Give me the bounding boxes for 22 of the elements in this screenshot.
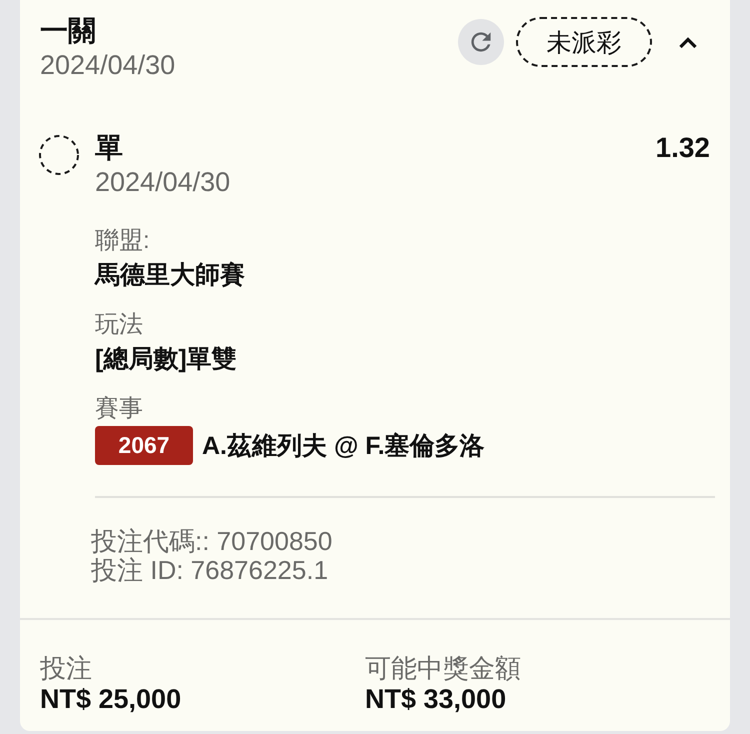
selection-name: 單 [95,131,124,165]
event-number-tag: 2067 [95,426,193,465]
bet-code-text: 投注代碼:: 70700850 [91,527,334,556]
detail-value: [總局數]單雙 [95,344,237,375]
bet-code-text: 投注 ID: 76876225.1 [91,556,330,585]
amount-label: 可能中獎金額 [365,653,522,684]
amount-label: 投注 [40,653,93,684]
detail-value: A.茲維列夫 @ F.塞倫多洛 [202,430,485,462]
detail-label: 聯盟: [95,226,151,256]
chevron-up-icon[interactable] [678,36,698,48]
selection-date: 2024/04/30 [95,166,232,199]
detail-value: 馬德里大師賽 [95,260,245,291]
status-tag: 未派彩 [516,17,652,67]
odds-value: 1.32 [656,131,710,165]
dashed-circle-icon [38,134,80,176]
amount-value: NT$ 33,000 [365,684,508,715]
detail-label: 賽事 [95,394,144,424]
bet-date: 2024/04/30 [40,49,176,82]
detail-label: 玩法 [95,310,144,340]
refresh-icon[interactable] [458,19,504,65]
bet-type-title: 一關 [40,14,97,48]
amount-value: NT$ 25,000 [40,684,182,715]
